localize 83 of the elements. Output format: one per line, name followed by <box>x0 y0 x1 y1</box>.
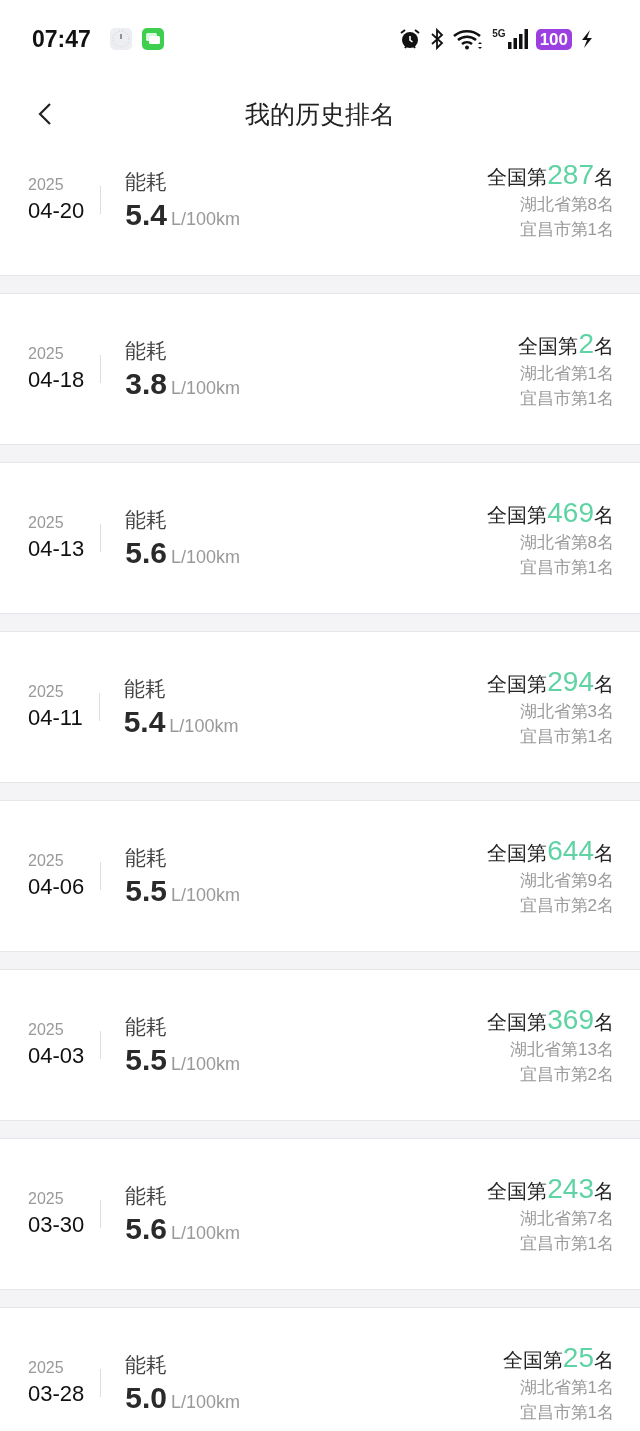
ranking-card[interactable]: 2025 04-20 能耗 5.4 L/100km 全国第287名 湖北省第8名 宜昌市第1名 <box>0 150 640 276</box>
province-rank-text: 湖北省第8名 <box>519 194 614 216</box>
year-text: 2025 <box>28 1190 65 1208</box>
date-text: 03-28 <box>28 1381 85 1407</box>
date-text: 04-03 <box>28 1043 85 1069</box>
metric-label: 能耗 <box>125 845 169 871</box>
unit-text: L/100km <box>171 1223 241 1244</box>
year-text: 2025 <box>28 514 65 532</box>
national-rank-text: 全国第25名 <box>502 1342 614 1374</box>
unit-text: L/100km <box>171 885 241 906</box>
ranking-card[interactable]: 2025 04-13 能耗 5.6 L/100km 全国第469名 湖北省第8名 宜昌市第1名 <box>0 462 640 614</box>
national-rank-text: 全国第469名 <box>487 497 614 529</box>
metric-label: 能耗 <box>125 169 169 195</box>
national-rank-text: 全国第243名 <box>487 1173 614 1205</box>
national-rank-text: 全国第644名 <box>487 835 614 867</box>
network-label: 5G <box>492 27 506 39</box>
province-rank-text: 湖北省第3名 <box>519 701 614 723</box>
ranking-card[interactable]: 2025 04-11 能耗 5.4 L/100km 全国第294名 湖北省第3名 宜昌市第1名 <box>0 631 640 783</box>
metric-label: 能耗 <box>125 1014 169 1040</box>
national-rank-text: 全国第294名 <box>487 666 614 698</box>
date-text: 03-30 <box>28 1212 85 1238</box>
consumption-value: 3.8 <box>125 367 167 401</box>
national-rank-text: 全国第2名 <box>518 328 614 360</box>
chat-app-icon <box>140 27 165 51</box>
province-rank-text: 湖北省第1名 <box>519 1377 614 1399</box>
charging-icon <box>580 29 594 49</box>
date-text: 04-11 <box>28 705 83 731</box>
date-text: 04-13 <box>28 536 85 562</box>
province-rank-text: 湖北省第7名 <box>519 1208 614 1230</box>
year-text: 2025 <box>28 852 65 870</box>
metric-label: 能耗 <box>125 507 169 533</box>
year-text: 2025 <box>28 345 65 363</box>
unit-text: L/100km <box>171 547 241 568</box>
signal-icon <box>507 29 528 49</box>
unit-text: L/100km <box>171 209 241 230</box>
national-rank-text: 全国第287名 <box>487 159 614 191</box>
consumption-value: 5.6 <box>125 1212 167 1246</box>
city-rank-text: 宜昌市第1名 <box>519 726 614 748</box>
year-text: 2025 <box>28 683 65 701</box>
province-rank-text: 湖北省第13名 <box>510 1039 614 1061</box>
date-text: 04-18 <box>28 367 85 393</box>
consumption-value: 5.5 <box>125 874 167 908</box>
unit-text: L/100km <box>171 1054 241 1075</box>
metric-label: 能耗 <box>123 676 167 702</box>
city-rank-text: 宜昌市第1名 <box>519 388 614 410</box>
unit-text: L/100km <box>171 378 241 399</box>
unit-text: L/100km <box>169 716 239 737</box>
year-text: 2025 <box>28 176 65 194</box>
ranking-card[interactable]: 2025 03-28 能耗 5.0 L/100km 全国第25名 湖北省第1名 宜昌市第1名 <box>0 1307 640 1431</box>
ranking-card[interactable]: 2025 04-06 能耗 5.5 L/100km 全国第644名 湖北省第9名 宜昌市第2名 <box>0 800 640 952</box>
consumption-value: 5.5 <box>125 1043 167 1077</box>
year-text: 2025 <box>28 1021 65 1039</box>
metric-label: 能耗 <box>125 1183 169 1209</box>
consumption-value: 5.4 <box>123 705 166 739</box>
date-text: 04-06 <box>28 874 85 900</box>
city-rank-text: 宜昌市第2名 <box>519 1064 614 1086</box>
city-rank-text: 宜昌市第1名 <box>519 1233 614 1255</box>
metric-label: 能耗 <box>125 1352 169 1378</box>
page-title: 我的历史排名 <box>245 98 395 130</box>
unit-text: L/100km <box>171 1392 241 1413</box>
city-rank-text: 宜昌市第1名 <box>519 1402 614 1424</box>
chevron-left-icon <box>38 102 52 126</box>
ranking-card[interactable]: 2025 04-18 能耗 3.8 L/100km 全国第2名 湖北省第1名 宜昌市第1名 <box>0 293 640 445</box>
ranking-card[interactable]: 2025 04-03 能耗 5.5 L/100km 全国第369名 湖北省第13名 宜昌市第2名 <box>0 969 640 1121</box>
consumption-value: 5.0 <box>125 1381 167 1415</box>
ranking-card[interactable]: 2025 03-30 能耗 5.6 L/100km 全国第243名 湖北省第7名 宜昌市第1名 <box>0 1138 640 1290</box>
consumption-value: 5.4 <box>125 198 167 232</box>
clock-app-icon <box>108 27 133 51</box>
battery-level: 100 <box>535 28 572 50</box>
city-rank-text: 宜昌市第1名 <box>519 219 614 241</box>
province-rank-text: 湖北省第8名 <box>519 532 614 554</box>
consumption-value: 5.6 <box>125 536 167 570</box>
wifi-icon <box>452 28 485 50</box>
city-rank-text: 宜昌市第2名 <box>519 895 614 917</box>
national-rank-text: 全国第369名 <box>487 1004 614 1036</box>
status-time: 07:47 <box>32 25 91 53</box>
date-text: 04-20 <box>28 198 85 224</box>
city-rank-text: 宜昌市第1名 <box>519 557 614 579</box>
year-text: 2025 <box>28 1359 65 1377</box>
bluetooth-icon <box>430 28 445 50</box>
province-rank-text: 湖北省第9名 <box>519 870 614 892</box>
metric-label: 能耗 <box>125 338 169 364</box>
province-rank-text: 湖北省第1名 <box>519 363 614 385</box>
